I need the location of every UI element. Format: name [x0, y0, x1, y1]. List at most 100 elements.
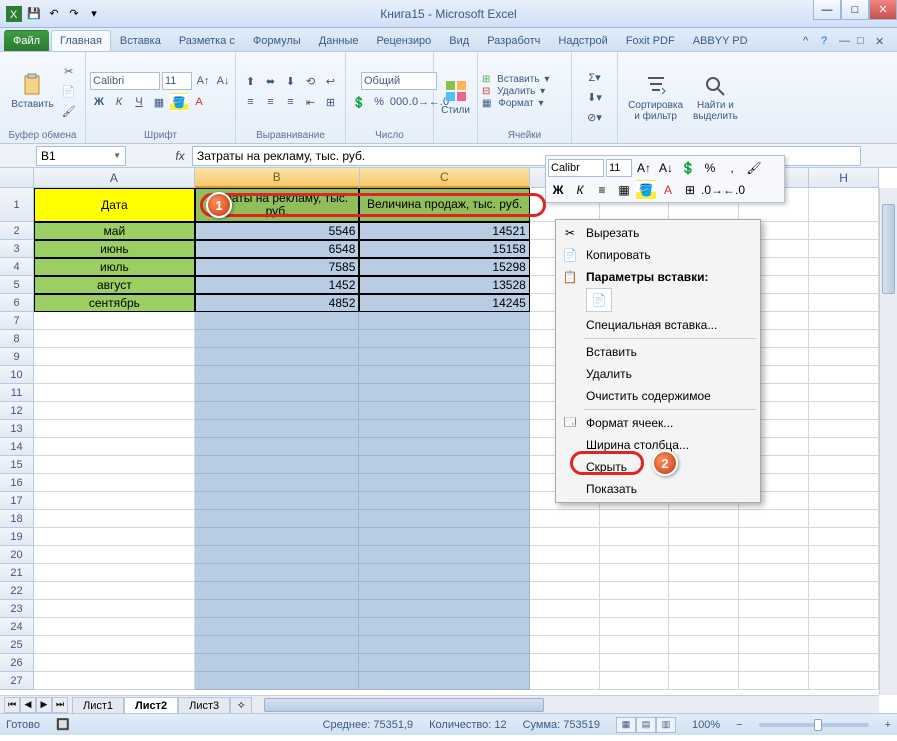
cell-C20[interactable] [359, 546, 529, 564]
cell-A8[interactable] [34, 330, 195, 348]
bold-button[interactable]: Ж [90, 93, 108, 111]
sheet-tab-new[interactable]: ✧ [230, 697, 252, 714]
mini-fill-color-icon[interactable]: 🪣 [636, 180, 656, 200]
minimize-button[interactable]: — [813, 0, 841, 20]
increase-decimal-icon[interactable]: .0→ [410, 93, 428, 111]
cell-H18[interactable] [809, 510, 879, 528]
mini-dec-decimal-icon[interactable]: ←.0 [724, 180, 744, 200]
italic-button[interactable]: К [110, 93, 128, 111]
cell-C9[interactable] [359, 348, 529, 366]
cell-F19[interactable] [669, 528, 739, 546]
view-layout-button[interactable]: ▤ [636, 717, 656, 733]
cell-E20[interactable] [600, 546, 670, 564]
cell-B20[interactable] [195, 546, 360, 564]
zoom-slider[interactable] [759, 723, 869, 727]
cell-F26[interactable] [669, 654, 739, 672]
cell-A11[interactable] [34, 384, 195, 402]
zoom-in-button[interactable]: + [885, 719, 891, 731]
cell-A24[interactable] [34, 618, 195, 636]
cell-A7[interactable] [34, 312, 195, 330]
save-icon[interactable]: 💾 [26, 6, 42, 22]
column-header-B[interactable]: B [195, 168, 360, 188]
cell-H10[interactable] [809, 366, 879, 384]
tab-data[interactable]: Данные [310, 30, 368, 51]
redo-icon[interactable]: ↷ [66, 6, 82, 22]
row-header-16[interactable]: 16 [0, 474, 34, 492]
cell-A15[interactable] [34, 456, 195, 474]
cell-H24[interactable] [809, 618, 879, 636]
cell-A1[interactable]: Дата [34, 188, 195, 222]
cell-H9[interactable] [809, 348, 879, 366]
cell-G25[interactable] [739, 636, 809, 654]
close-button[interactable]: ✕ [869, 0, 897, 20]
row-header-7[interactable]: 7 [0, 312, 34, 330]
sheet-nav-next[interactable]: ▶ [36, 697, 52, 713]
sheet-nav-last[interactable]: ⏭ [52, 697, 68, 713]
clear-icon[interactable]: ⊘▾ [586, 109, 604, 127]
cell-A4[interactable]: июль [34, 258, 195, 276]
styles-button[interactable]: Стили [437, 77, 474, 118]
cell-E22[interactable] [600, 582, 670, 600]
cell-B17[interactable] [195, 492, 360, 510]
cell-F25[interactable] [669, 636, 739, 654]
vscroll-thumb[interactable] [882, 204, 895, 294]
view-pagebreak-button[interactable]: ▥ [656, 717, 676, 733]
cell-E26[interactable] [600, 654, 670, 672]
mini-increase-font-icon[interactable]: A↑ [634, 158, 654, 178]
cell-B13[interactable] [195, 420, 360, 438]
cell-G20[interactable] [739, 546, 809, 564]
cell-E24[interactable] [600, 618, 670, 636]
comma-icon[interactable]: 000 [390, 93, 408, 111]
cell-B8[interactable] [195, 330, 360, 348]
cell-A23[interactable] [34, 600, 195, 618]
cell-B10[interactable] [195, 366, 360, 384]
number-format-select[interactable]: Общий [361, 72, 437, 90]
cell-A10[interactable] [34, 366, 195, 384]
ctx-paste-option-1[interactable]: 📄 [586, 288, 612, 312]
percent-icon[interactable]: % [370, 93, 388, 111]
row-header-24[interactable]: 24 [0, 618, 34, 636]
cell-C8[interactable] [359, 330, 529, 348]
cell-A21[interactable] [34, 564, 195, 582]
row-header-26[interactable]: 26 [0, 654, 34, 672]
cell-C24[interactable] [359, 618, 529, 636]
cell-B11[interactable] [195, 384, 360, 402]
cell-H13[interactable] [809, 420, 879, 438]
cell-B9[interactable] [195, 348, 360, 366]
ctx-insert[interactable]: Вставить [558, 341, 758, 363]
row-header-20[interactable]: 20 [0, 546, 34, 564]
cell-F21[interactable] [669, 564, 739, 582]
mini-percent-icon[interactable]: % [700, 158, 720, 178]
cell-A2[interactable]: май [34, 222, 195, 240]
align-bottom-icon[interactable]: ⬇ [282, 72, 300, 90]
cell-B18[interactable] [195, 510, 360, 528]
zoom-knob[interactable] [814, 719, 822, 731]
mini-border-icon[interactable]: ▦ [614, 180, 634, 200]
cell-H15[interactable] [809, 456, 879, 474]
cell-G24[interactable] [739, 618, 809, 636]
cell-C25[interactable] [359, 636, 529, 654]
cell-A18[interactable] [34, 510, 195, 528]
mini-decrease-font-icon[interactable]: A↓ [656, 158, 676, 178]
cell-H14[interactable] [809, 438, 879, 456]
row-header-23[interactable]: 23 [0, 600, 34, 618]
tab-abbyy[interactable]: ABBYY PD [684, 30, 757, 51]
cell-B7[interactable] [195, 312, 360, 330]
cell-H11[interactable] [809, 384, 879, 402]
row-header-9[interactable]: 9 [0, 348, 34, 366]
cell-D27[interactable] [530, 672, 600, 690]
align-top-icon[interactable]: ⬆ [242, 72, 260, 90]
tab-developer[interactable]: Разработч [478, 30, 549, 51]
cell-A16[interactable] [34, 474, 195, 492]
vertical-scrollbar[interactable] [879, 188, 897, 695]
cell-E25[interactable] [600, 636, 670, 654]
cell-H23[interactable] [809, 600, 879, 618]
cell-H12[interactable] [809, 402, 879, 420]
cell-G18[interactable] [739, 510, 809, 528]
help-icon[interactable]: ? [821, 35, 835, 49]
paste-button[interactable]: Вставить [7, 71, 57, 112]
align-center-icon[interactable]: ≡ [262, 93, 280, 111]
mini-italic-button[interactable]: К [570, 180, 590, 200]
cell-B15[interactable] [195, 456, 360, 474]
cell-C19[interactable] [359, 528, 529, 546]
